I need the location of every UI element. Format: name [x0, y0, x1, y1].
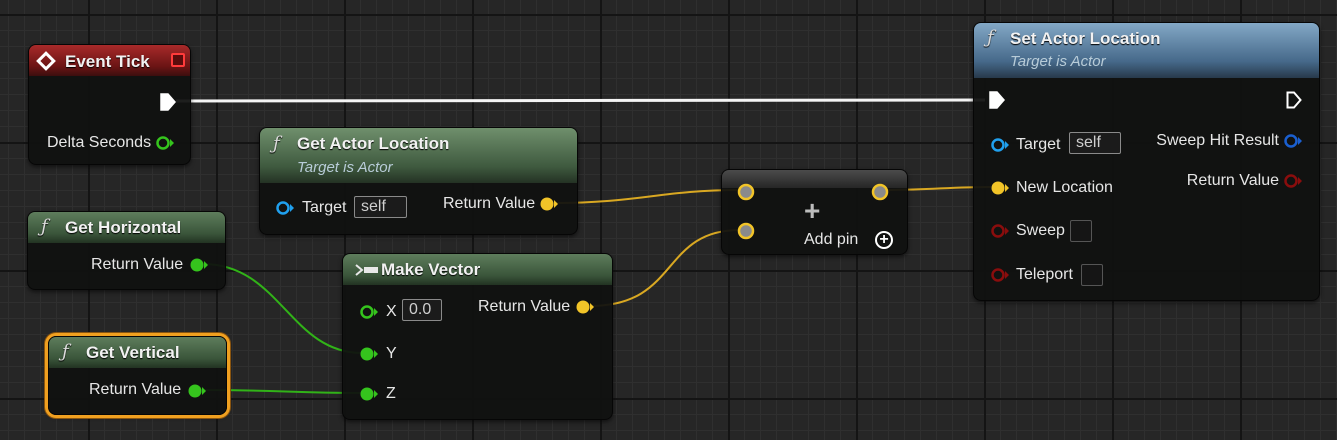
target-field[interactable]: self	[354, 196, 407, 218]
teleport-pin[interactable]	[990, 267, 1012, 283]
target-pin[interactable]	[275, 200, 297, 216]
x-pin[interactable]	[359, 304, 381, 320]
target-label: Target	[302, 199, 347, 216]
return-value-label: Return Value	[1186, 172, 1279, 189]
get-horizontal-node[interactable]: ƒ Get Horizontal Return Value	[27, 211, 226, 290]
node-subtitle: Target is Actor	[297, 159, 393, 176]
event-tick-node[interactable]: Event Tick Delta Seconds	[28, 44, 191, 165]
return-value-pin[interactable]	[539, 196, 561, 212]
function-icon: ƒ	[987, 27, 994, 48]
node-title: Event Tick	[65, 52, 150, 71]
node-subtitle: Target is Actor	[1010, 53, 1106, 70]
return-value-label: Return Value	[478, 298, 571, 315]
return-value-label: Return Value	[91, 256, 184, 273]
exec-out-pin[interactable]	[1286, 91, 1302, 109]
function-icon: ƒ	[41, 216, 48, 237]
float-wire-horizontal-to-y	[202, 263, 363, 354]
return-value-pin[interactable]	[189, 257, 211, 273]
teleport-label: Teleport	[1016, 266, 1073, 283]
close-icon[interactable]	[171, 53, 185, 67]
new-location-label: New Location	[1016, 179, 1113, 196]
sum-output-pin[interactable]	[870, 182, 890, 202]
sweep-label: Sweep	[1016, 222, 1065, 239]
x-label: X	[386, 303, 397, 320]
delta-seconds-label: Delta Seconds	[47, 134, 152, 151]
return-value-label: Return Value	[443, 195, 536, 212]
node-title: Get Actor Location	[297, 134, 450, 153]
b-input-pin[interactable]	[736, 221, 756, 241]
sweep-hit-result-pin[interactable]	[1283, 133, 1305, 149]
make-struct-icon	[355, 264, 378, 276]
node-title: Set Actor Location	[1010, 29, 1161, 48]
return-value-label: Return Value	[89, 381, 182, 398]
sweep-checkbox[interactable]	[1070, 220, 1092, 242]
add-pin-icon[interactable]: +	[875, 231, 893, 249]
plus-icon: +	[804, 195, 821, 226]
function-icon: ƒ	[62, 341, 69, 362]
node-title: Get Horizontal	[65, 218, 182, 237]
sweep-hit-result-label: Sweep Hit Result	[1156, 132, 1279, 149]
add-pin-label[interactable]: Add pin	[804, 231, 858, 249]
z-label: Z	[386, 385, 396, 402]
return-value-pin[interactable]	[1283, 173, 1305, 189]
get-vertical-node[interactable]: ƒ Get Vertical Return Value	[48, 336, 227, 415]
delta-seconds-pin[interactable]	[155, 135, 175, 151]
function-icon: ƒ	[273, 133, 280, 154]
vector-wire-location-to-add	[553, 189, 741, 204]
y-pin[interactable]	[359, 346, 381, 362]
x-field[interactable]: 0.0	[402, 299, 442, 321]
set-actor-location-node[interactable]: ƒ Set Actor Location Target is Actor Tar…	[973, 22, 1320, 301]
return-value-pin[interactable]	[575, 299, 597, 315]
target-label: Target	[1016, 136, 1061, 153]
exec-wire	[175, 98, 986, 103]
make-vector-node[interactable]: Make Vector X 0.0 Return Value Y Z	[342, 253, 613, 420]
return-value-pin[interactable]	[187, 383, 209, 399]
a-input-pin[interactable]	[736, 182, 756, 202]
add-node[interactable]: + Add pin +	[721, 169, 908, 255]
sweep-pin[interactable]	[990, 223, 1012, 239]
teleport-checkbox[interactable]	[1081, 264, 1103, 286]
target-pin[interactable]	[990, 137, 1012, 153]
y-label: Y	[386, 345, 397, 362]
new-location-pin[interactable]	[990, 180, 1012, 196]
exec-in-pin[interactable]	[989, 91, 1005, 109]
z-pin[interactable]	[359, 386, 381, 402]
get-actor-location-node[interactable]: ƒ Get Actor Location Target is Actor Tar…	[259, 127, 578, 235]
exec-out-pin[interactable]	[160, 93, 176, 111]
node-title: Get Vertical	[86, 343, 180, 362]
target-field[interactable]: self	[1069, 132, 1121, 154]
node-title: Make Vector	[381, 260, 481, 279]
